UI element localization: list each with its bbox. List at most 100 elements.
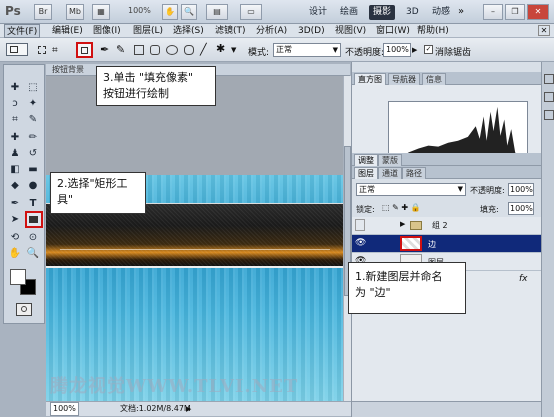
opacity-dropdown-arrow[interactable]: ▶ [412,46,417,54]
line-shape-icon[interactable]: ╱ [200,43,207,56]
opacity-input[interactable]: 100% [383,43,411,57]
minimize-button[interactable]: – [483,4,503,20]
menu-analysis[interactable]: 分析(A) [254,24,289,38]
type-tool-icon[interactable]: T [25,197,41,211]
healing-brush-icon[interactable]: ✚ [7,131,23,145]
more-workspaces[interactable]: » [458,6,464,17]
minibridge-button[interactable]: Mb [66,4,84,20]
hand-tool-icon[interactable]: ✋ [7,247,23,261]
zoom-level[interactable]: 100% [128,6,151,15]
view-extras-button[interactable]: ▦ [92,4,110,20]
polygon-shape-icon[interactable] [184,45,194,55]
history-brush-icon[interactable]: ↺ [25,147,41,161]
layer-row-group[interactable]: ▶ 组 2 [352,217,541,235]
rectangle-shape-icon[interactable] [134,45,144,55]
crop-tool-icon[interactable]: ⌗ [7,113,23,127]
tab-channels[interactable]: 通道 [378,167,402,179]
custom-shape-icon[interactable]: ✱ [216,42,225,55]
pen-tool-icon[interactable]: ✒ [100,43,109,56]
antialias-checkbox[interactable]: ✓ [424,45,433,54]
menu-bar-close-icon[interactable]: ✕ [538,25,550,36]
brush-tool-icon[interactable]: ✏ [25,131,41,145]
close-button[interactable]: ✕ [527,4,549,20]
workspace-design[interactable]: 设计 [305,5,331,20]
expand-arrow-icon[interactable]: ▶ [400,220,405,228]
menu-help[interactable]: 帮助(H) [415,24,451,38]
fill-pixels-icon[interactable] [76,42,93,58]
layers-panel-tabs: 图层 通道 路径 [352,166,541,179]
callout-step2: 2.选择"矩形工 具" [50,172,146,214]
fill-input[interactable]: 100% [508,202,534,215]
menu-select[interactable]: 选择(S) [171,24,206,38]
menu-filter[interactable]: 滤镜(T) [213,24,248,38]
3d-orbit-icon[interactable]: ⊙ [25,231,41,245]
gradient-tool-icon[interactable]: ▬ [25,163,41,177]
workspace-3d[interactable]: 3D [402,5,423,20]
menu-window[interactable]: 窗口(W) [374,24,412,38]
tab-navigator[interactable]: 导航器 [388,73,420,85]
foreground-color-swatch[interactable] [10,269,26,285]
arrange-icon[interactable]: ▤ [206,4,228,20]
lock-icons[interactable]: ⬚ ✎ ✚ 🔒 [382,203,421,212]
workspace-photography[interactable]: 摄影 [369,5,396,20]
menu-edit[interactable]: 编辑(E) [50,24,85,38]
tab-paths[interactable]: 路径 [402,167,426,179]
geometry-options-arrow[interactable]: ▼ [231,46,236,54]
path-select-icon[interactable]: ➤ [7,213,23,227]
clone-stamp-icon[interactable]: ♟ [7,147,23,161]
dodge-tool-icon[interactable]: ● [25,179,41,193]
layer-opacity-input[interactable]: 100% [508,183,534,196]
panel-icon-1[interactable] [544,74,554,84]
pen-tool-icon[interactable]: ✒ [7,197,23,211]
quick-mask-icon[interactable] [16,303,32,316]
eyedropper-icon[interactable]: ✎ [25,113,41,127]
panel-footer [352,401,541,417]
visibility-icon[interactable] [355,219,365,231]
fx-icon[interactable]: fx [519,274,528,284]
blur-tool-icon[interactable]: ◆ [7,179,23,193]
tool-preset-icon[interactable] [6,43,28,56]
panel-icon-3[interactable] [544,110,554,120]
mode-select[interactable]: 正常 ▼ [273,43,341,57]
shape-layers-icon[interactable] [38,46,46,54]
ellipse-shape-icon[interactable] [166,45,178,55]
tab-info[interactable]: 信息 [422,73,446,85]
chevron-down-icon: ▼ [332,46,338,54]
status-arrow-icon[interactable]: ▶ [186,402,191,416]
vertical-scrollbar[interactable] [343,76,351,401]
layer-name-edge[interactable]: 边 [428,239,436,250]
menu-3d[interactable]: 3D(D) [296,24,327,38]
blend-mode-select[interactable]: 正常 ▼ [356,183,466,196]
status-zoom[interactable]: 100% [50,402,79,416]
layer-name-group[interactable]: 组 2 [432,220,448,231]
workspace-painting[interactable]: 绘画 [336,5,362,20]
rounded-rectangle-shape-icon[interactable] [150,45,160,55]
menu-layer[interactable]: 图层(L) [131,24,165,38]
panel-icon-2[interactable] [544,92,554,102]
zoom-tool-icon[interactable]: 🔍 [181,4,197,20]
freeform-pen-icon[interactable]: ✎ [116,43,125,56]
tab-masks[interactable]: 蒙版 [378,154,402,166]
quick-select-icon[interactable]: ✦ [25,97,41,111]
move-tool-icon[interactable]: ✚ [7,81,23,95]
tab-layers[interactable]: 图层 [354,167,378,179]
menu-image[interactable]: 图像(I) [91,24,123,38]
zoom-tool-icon[interactable]: 🔍 [25,247,41,261]
tab-histogram[interactable]: 直方图 [354,73,386,85]
eraser-tool-icon[interactable]: ◧ [7,163,23,177]
menu-file[interactable]: 文件(F) [4,24,41,38]
restore-button[interactable]: ❐ [505,4,525,20]
lasso-tool-icon[interactable]: ↄ [7,97,23,111]
menu-view[interactable]: 视图(V) [333,24,368,38]
marquee-tool-icon[interactable]: ⬚ [25,81,41,95]
3d-rotate-icon[interactable]: ⟲ [7,231,23,245]
bridge-button[interactable]: Br [34,4,52,20]
layer-row-edge[interactable]: 👁 边 [352,235,541,253]
tab-adjustments[interactable]: 调整 [354,154,378,166]
eye-icon[interactable]: 👁 [355,238,366,248]
hand-tool-icon[interactable]: ✋ [162,4,178,20]
screen-mode-icon[interactable]: ▭ [240,4,262,20]
workspace-motion[interactable]: 动感 [428,5,454,20]
paths-icon[interactable]: ⌗ [52,45,58,56]
rectangle-tool-icon[interactable] [25,211,43,228]
